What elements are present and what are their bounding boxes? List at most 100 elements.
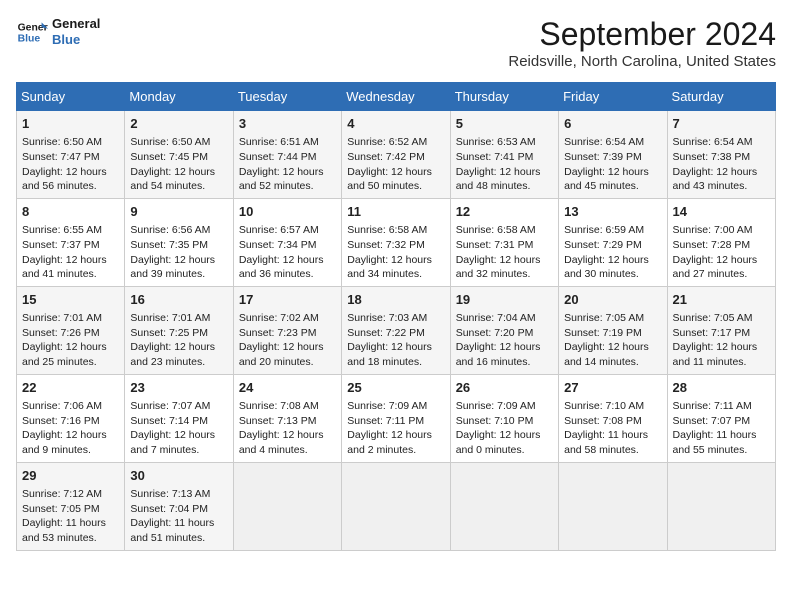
day-content: Sunrise: 7:01 AMSunset: 7:25 PMDaylight:…	[130, 311, 227, 370]
calendar-week-row: 1Sunrise: 6:50 AMSunset: 7:47 PMDaylight…	[17, 111, 776, 199]
calendar-day-cell: 27 Sunrise: 7:10 AMSunset: 7:08 PMDayligh…	[559, 374, 667, 462]
day-number: 29	[22, 467, 119, 485]
day-number: 10	[239, 203, 336, 221]
day-content: Sunrise: 7:03 AMSunset: 7:22 PMDaylight:…	[347, 311, 444, 370]
day-content: Sunrise: 6:51 AMSunset: 7:44 PMDaylight:…	[239, 135, 336, 194]
calendar-day-cell: 10Sunrise: 6:57 AMSunset: 7:34 PMDayligh…	[233, 198, 341, 286]
day-content: Sunrise: 7:11 AMSunset: 7:07 PMDaylight:…	[673, 399, 770, 458]
calendar-day-cell: 23 Sunrise: 7:07 AMSunset: 7:14 PMDayligh…	[125, 374, 233, 462]
calendar-day-cell: 12Sunrise: 6:58 AMSunset: 7:31 PMDayligh…	[450, 198, 558, 286]
logo-icon: General Blue	[16, 16, 48, 48]
day-number: 26	[456, 379, 553, 397]
day-content: Sunrise: 7:07 AMSunset: 7:14 PMDaylight:…	[130, 399, 227, 458]
calendar-day-cell	[559, 462, 667, 550]
calendar-day-cell: 21 Sunrise: 7:05 AMSunset: 7:17 PMDayligh…	[667, 286, 775, 374]
weekday-header-row: SundayMondayTuesdayWednesdayThursdayFrid…	[17, 83, 776, 111]
day-content: Sunrise: 7:02 AMSunset: 7:23 PMDaylight:…	[239, 311, 336, 370]
calendar-day-cell: 26Sunrise: 7:09 AMSunset: 7:10 PMDayligh…	[450, 374, 558, 462]
calendar-day-cell: 22 Sunrise: 7:06 AMSunset: 7:16 PMDayligh…	[17, 374, 125, 462]
day-number: 28	[673, 379, 770, 397]
calendar-week-row: 29 Sunrise: 7:12 AMSunset: 7:05 PMDayligh…	[17, 462, 776, 550]
calendar-day-cell: 25 Sunrise: 7:09 AMSunset: 7:11 PMDayligh…	[342, 374, 450, 462]
calendar-day-cell: 11 Sunrise: 6:58 AMSunset: 7:32 PMDayligh…	[342, 198, 450, 286]
day-number: 8	[22, 203, 119, 221]
calendar-day-cell: 13 Sunrise: 6:59 AMSunset: 7:29 PMDayligh…	[559, 198, 667, 286]
calendar-week-row: 8 Sunrise: 6:55 AMSunset: 7:37 PMDaylight…	[17, 198, 776, 286]
calendar-day-cell: 19Sunrise: 7:04 AMSunset: 7:20 PMDayligh…	[450, 286, 558, 374]
calendar-day-cell: 1Sunrise: 6:50 AMSunset: 7:47 PMDaylight…	[17, 111, 125, 199]
day-number: 3	[239, 115, 336, 133]
day-content: Sunrise: 6:52 AMSunset: 7:42 PMDaylight:…	[347, 135, 444, 194]
day-number: 17	[239, 291, 336, 309]
calendar-day-cell: 5 Sunrise: 6:53 AMSunset: 7:41 PMDaylight…	[450, 111, 558, 199]
calendar-day-cell	[342, 462, 450, 550]
day-number: 27	[564, 379, 661, 397]
calendar-day-cell: 14 Sunrise: 7:00 AMSunset: 7:28 PMDayligh…	[667, 198, 775, 286]
day-content: Sunrise: 7:05 AMSunset: 7:17 PMDaylight:…	[673, 311, 770, 370]
weekday-header-cell: Sunday	[17, 83, 125, 111]
day-content: Sunrise: 6:50 AMSunset: 7:45 PMDaylight:…	[130, 135, 227, 194]
day-content: Sunrise: 7:13 AMSunset: 7:04 PMDaylight:…	[130, 487, 227, 546]
day-number: 5	[456, 115, 553, 133]
day-content: Sunrise: 7:00 AMSunset: 7:28 PMDaylight:…	[673, 223, 770, 282]
day-number: 25	[347, 379, 444, 397]
weekday-header-cell: Saturday	[667, 83, 775, 111]
day-number: 20	[564, 291, 661, 309]
calendar-day-cell: 28 Sunrise: 7:11 AMSunset: 7:07 PMDayligh…	[667, 374, 775, 462]
day-content: Sunrise: 7:10 AMSunset: 7:08 PMDaylight:…	[564, 399, 661, 458]
day-content: Sunrise: 7:06 AMSunset: 7:16 PMDaylight:…	[22, 399, 119, 458]
logo: General Blue GeneralBlue	[16, 16, 100, 48]
day-number: 24	[239, 379, 336, 397]
calendar-day-cell: 3 Sunrise: 6:51 AMSunset: 7:44 PMDaylight…	[233, 111, 341, 199]
day-number: 15	[22, 291, 119, 309]
day-number: 6	[564, 115, 661, 133]
calendar-day-cell: 8 Sunrise: 6:55 AMSunset: 7:37 PMDaylight…	[17, 198, 125, 286]
day-number: 21	[673, 291, 770, 309]
day-number: 2	[130, 115, 227, 133]
calendar-week-row: 15 Sunrise: 7:01 AMSunset: 7:26 PMDayligh…	[17, 286, 776, 374]
logo-text: GeneralBlue	[52, 16, 100, 47]
calendar-day-cell: 30 Sunrise: 7:13 AMSunset: 7:04 PMDayligh…	[125, 462, 233, 550]
day-number: 9	[130, 203, 227, 221]
calendar-body: 1Sunrise: 6:50 AMSunset: 7:47 PMDaylight…	[17, 111, 776, 551]
calendar-day-cell: 20 Sunrise: 7:05 AMSunset: 7:19 PMDayligh…	[559, 286, 667, 374]
calendar-day-cell: 4Sunrise: 6:52 AMSunset: 7:42 PMDaylight…	[342, 111, 450, 199]
day-content: Sunrise: 7:12 AMSunset: 7:05 PMDaylight:…	[22, 487, 119, 546]
weekday-header-cell: Monday	[125, 83, 233, 111]
calendar-day-cell: 16 Sunrise: 7:01 AMSunset: 7:25 PMDayligh…	[125, 286, 233, 374]
day-number: 30	[130, 467, 227, 485]
calendar-day-cell: 18 Sunrise: 7:03 AMSunset: 7:22 PMDayligh…	[342, 286, 450, 374]
day-content: Sunrise: 6:55 AMSunset: 7:37 PMDaylight:…	[22, 223, 119, 282]
day-content: Sunrise: 6:53 AMSunset: 7:41 PMDaylight:…	[456, 135, 553, 194]
day-number: 16	[130, 291, 227, 309]
calendar-day-cell: 24 Sunrise: 7:08 AMSunset: 7:13 PMDayligh…	[233, 374, 341, 462]
day-content: Sunrise: 7:08 AMSunset: 7:13 PMDaylight:…	[239, 399, 336, 458]
day-content: Sunrise: 6:50 AMSunset: 7:47 PMDaylight:…	[22, 135, 119, 194]
weekday-header-cell: Thursday	[450, 83, 558, 111]
day-content: Sunrise: 6:54 AMSunset: 7:38 PMDaylight:…	[673, 135, 770, 194]
day-content: Sunrise: 7:01 AMSunset: 7:26 PMDaylight:…	[22, 311, 119, 370]
day-number: 18	[347, 291, 444, 309]
calendar-day-cell: 9Sunrise: 6:56 AMSunset: 7:35 PMDaylight…	[125, 198, 233, 286]
weekday-header-cell: Friday	[559, 83, 667, 111]
day-number: 22	[22, 379, 119, 397]
header: General Blue GeneralBlue September 2024 …	[16, 16, 776, 70]
calendar-day-cell: 7Sunrise: 6:54 AMSunset: 7:38 PMDaylight…	[667, 111, 775, 199]
day-content: Sunrise: 7:09 AMSunset: 7:11 PMDaylight:…	[347, 399, 444, 458]
day-number: 23	[130, 379, 227, 397]
day-number: 14	[673, 203, 770, 221]
day-content: Sunrise: 6:59 AMSunset: 7:29 PMDaylight:…	[564, 223, 661, 282]
svg-text:Blue: Blue	[18, 34, 41, 45]
subtitle: Reidsville, North Carolina, United State…	[508, 53, 776, 70]
weekday-header-cell: Tuesday	[233, 83, 341, 111]
day-content: Sunrise: 6:58 AMSunset: 7:31 PMDaylight:…	[456, 223, 553, 282]
svg-text:General: General	[18, 22, 48, 33]
calendar-day-cell	[667, 462, 775, 550]
day-number: 13	[564, 203, 661, 221]
day-content: Sunrise: 7:05 AMSunset: 7:19 PMDaylight:…	[564, 311, 661, 370]
day-number: 19	[456, 291, 553, 309]
day-content: Sunrise: 6:58 AMSunset: 7:32 PMDaylight:…	[347, 223, 444, 282]
day-number: 11	[347, 203, 444, 221]
calendar-day-cell: 6Sunrise: 6:54 AMSunset: 7:39 PMDaylight…	[559, 111, 667, 199]
calendar-week-row: 22 Sunrise: 7:06 AMSunset: 7:16 PMDayligh…	[17, 374, 776, 462]
